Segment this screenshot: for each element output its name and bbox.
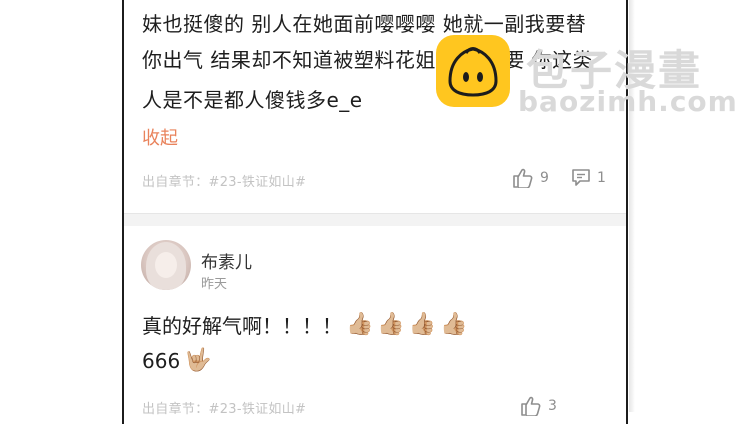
watermark-url: baozimh.com	[518, 85, 738, 118]
like-button[interactable]: 3	[520, 396, 557, 416]
thumbs-up-emoji: 👍🏼	[408, 312, 437, 337]
comment-text-line-1: 妹也挺傻的 别人在她面前嘤嘤嘤 她就一副我要替	[142, 12, 587, 36]
avatar[interactable]	[141, 240, 191, 290]
chapter-source[interactable]: 出自章节：#23-铁证如山#	[142, 398, 306, 417]
reply-count: 1	[597, 169, 606, 186]
reply-button[interactable]: 1	[571, 168, 606, 187]
bao-logo-icon	[436, 35, 510, 107]
comment-icon	[571, 168, 591, 187]
comment-time: 昨天	[201, 277, 228, 292]
comment-text-line-3: 人是不是都人傻钱多e_e	[142, 88, 363, 112]
thumbs-up-icon	[512, 168, 534, 188]
thumbs-up-emoji: 👍🏼	[377, 312, 405, 337]
like-button[interactable]: 9	[512, 168, 549, 188]
comment-text-line-2: 666 🤟🏼	[142, 348, 212, 373]
rock-on-emoji: 🤟🏼	[184, 348, 212, 373]
thumbs-up-emoji: 👍🏼	[346, 312, 374, 337]
comment-divider	[124, 213, 626, 226]
username[interactable]: 布素儿	[201, 248, 252, 273]
comment-text: 666	[142, 348, 181, 373]
comment-text: 真的好解气啊！！！！	[142, 314, 342, 338]
like-count: 9	[540, 170, 549, 186]
comment-text-line-1: 真的好解气啊！！！！ 👍🏼 👍🏼 👍🏼 👍🏼	[142, 310, 468, 339]
collapse-link[interactable]: 收起	[142, 124, 178, 150]
thumbs-up-icon	[520, 396, 542, 416]
thumbs-up-emoji: 👍🏼	[440, 312, 468, 337]
chapter-source[interactable]: 出自章节：#23-铁证如山#	[142, 171, 306, 190]
